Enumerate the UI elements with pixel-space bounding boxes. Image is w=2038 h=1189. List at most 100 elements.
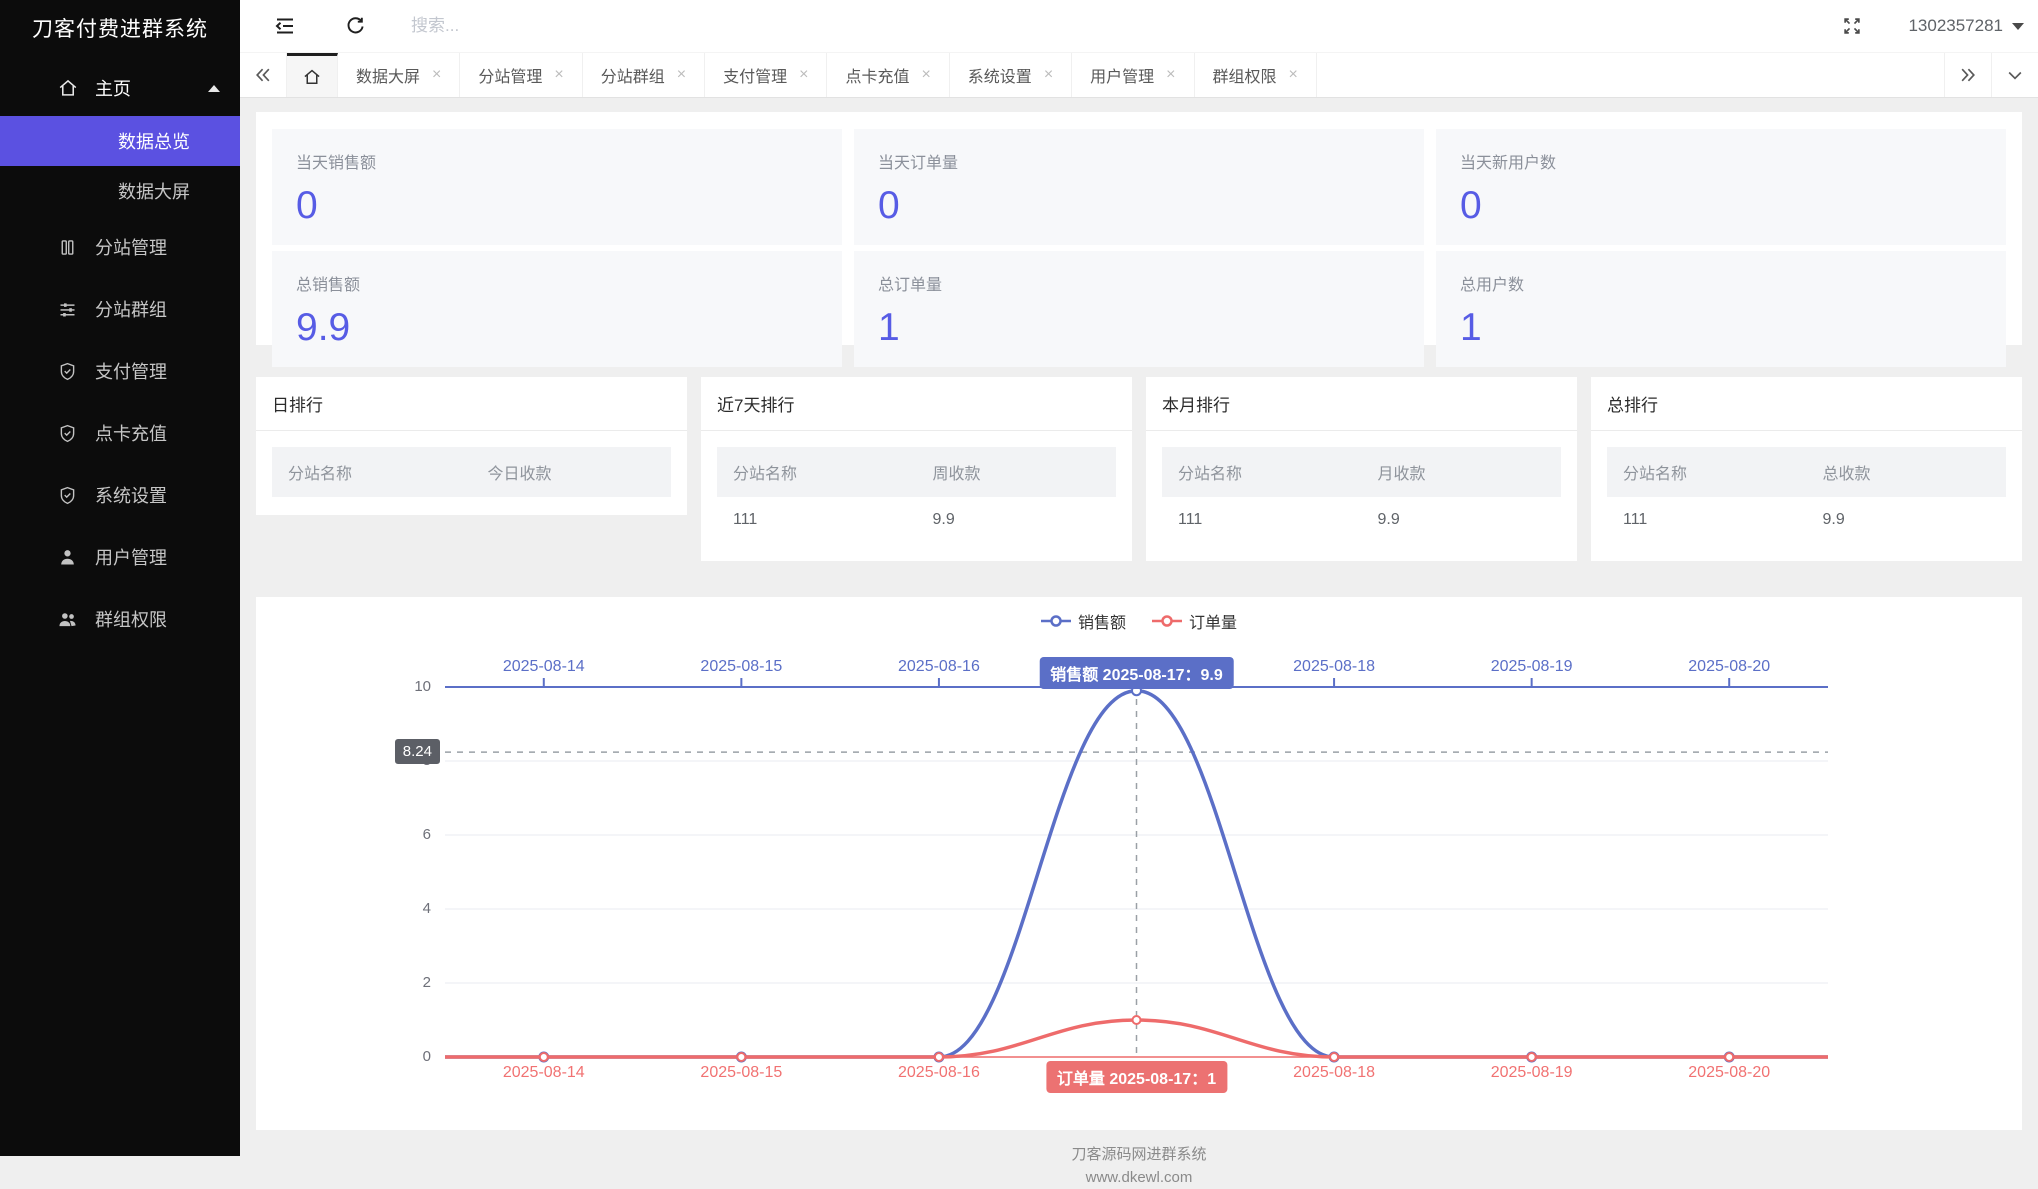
top-header: 1302357281 — [240, 0, 2038, 52]
close-icon[interactable]: × — [554, 67, 563, 83]
close-icon[interactable]: × — [1044, 67, 1053, 83]
tooltip-orders: 订单量 2025-08-17：1 — [1046, 1061, 1227, 1093]
sidebar-item-substation-manage[interactable]: 分站管理 — [0, 216, 240, 278]
close-icon[interactable]: × — [1166, 67, 1175, 83]
tab-card-recharge[interactable]: 点卡充值× — [827, 53, 949, 97]
home-icon — [302, 67, 322, 87]
ranking-header: 分站名称 今日收款 — [272, 447, 671, 497]
sidebar-item-data-screen[interactable]: 数据大屏 — [0, 166, 240, 216]
sidebar: 刀客付费进群系统 主页 数据总览 数据大屏 分站管理 分站群组 支付管理 — [0, 0, 240, 1156]
stats-panel: 当天销售额 0 当天订单量 0 当天新用户数 0 总销售额 9.9 总订单量 1… — [256, 112, 2022, 345]
user-icon — [57, 546, 79, 568]
stat-value: 0 — [296, 186, 818, 225]
tabs-scroll-right[interactable] — [1944, 53, 1991, 97]
tab-substation-group[interactable]: 分站群组× — [583, 53, 705, 97]
shield-check-icon — [57, 360, 79, 382]
sidebar-item-home[interactable]: 主页 — [0, 60, 240, 116]
tab-home[interactable] — [287, 53, 338, 97]
tab-bar: 数据大屏× 分站管理× 分站群组× 支付管理× 点卡充值× 系统设置× 用户管理… — [240, 52, 2038, 98]
x-axis-label-bottom: 2025-08-19 — [1491, 1064, 1573, 1082]
header-right: 1302357281 — [1840, 14, 2038, 38]
y-axis-label: 4 — [256, 900, 431, 917]
tab-substation-manage[interactable]: 分站管理× — [460, 53, 582, 97]
tab-group-permission[interactable]: 群组权限× — [1195, 53, 1317, 97]
sidebar-item-label: 点卡充值 — [95, 420, 167, 446]
sidebar-item-label: 群组权限 — [95, 606, 167, 632]
x-axis-label-bottom: 2025-08-15 — [700, 1064, 782, 1082]
x-axis-label-top: 2025-08-18 — [1293, 658, 1375, 676]
sidebar-item-label: 数据总览 — [118, 128, 190, 154]
ranking-title: 本月排行 — [1146, 377, 1577, 431]
sliders-icon — [57, 298, 79, 320]
close-icon[interactable]: × — [799, 67, 808, 83]
sidebar-item-label: 支付管理 — [95, 358, 167, 384]
sidebar-item-group-permission[interactable]: 群组权限 — [0, 588, 240, 650]
close-icon[interactable]: × — [432, 67, 441, 83]
chevron-up-icon — [208, 85, 220, 92]
refresh-icon[interactable] — [343, 14, 367, 38]
sidebar-item-label: 分站群组 — [95, 296, 167, 322]
tab-payment-manage[interactable]: 支付管理× — [705, 53, 827, 97]
stat-label: 总订单量 — [878, 271, 1400, 295]
footer-line1: 刀客源码网进群系统 — [256, 1143, 2022, 1166]
legend-item-sales[interactable]: 销售额 — [1041, 609, 1126, 633]
tabs-menu-dropdown[interactable] — [1991, 53, 2038, 97]
ranking-card-month: 本月排行 分站名称 月收款 111 9.9 — [1146, 377, 1577, 561]
tabbar-spacer — [1317, 53, 1944, 97]
stat-card-today-sales: 当天销售额 0 — [272, 129, 842, 245]
ranking-card-total: 总排行 分站名称 总收款 111 9.9 — [1591, 377, 2022, 561]
ranking-header: 分站名称 总收款 — [1607, 447, 2006, 497]
x-axis-label-top: 2025-08-15 — [700, 658, 782, 676]
table-row: 111 9.9 — [1162, 497, 1561, 543]
legend-marker-red — [1152, 615, 1182, 627]
close-icon[interactable]: × — [921, 67, 930, 83]
tab-data-screen[interactable]: 数据大屏× — [338, 53, 460, 97]
x-axis-label-top: 2025-08-16 — [898, 658, 980, 676]
collapse-sidebar-icon[interactable] — [273, 14, 297, 38]
user-menu[interactable]: 1302357281 — [1908, 16, 2024, 36]
chart-legend: 销售额 订单量 — [256, 609, 2022, 633]
tab-system-settings[interactable]: 系统设置× — [950, 53, 1072, 97]
tooltip-sales: 销售额 2025-08-17：9.9 — [1039, 657, 1234, 689]
tabs-scroll-left[interactable] — [240, 53, 287, 97]
stat-label: 总销售额 — [296, 271, 818, 295]
close-icon[interactable]: × — [1289, 67, 1298, 83]
close-icon[interactable]: × — [677, 67, 686, 83]
stat-label: 当天订单量 — [878, 149, 1400, 173]
sidebar-item-system-settings[interactable]: 系统设置 — [0, 464, 240, 526]
table-row: 111 9.9 — [717, 497, 1116, 543]
stat-value: 0 — [878, 186, 1400, 225]
stat-label: 当天新用户数 — [1460, 149, 1982, 173]
y-axis-label: 0 — [256, 1048, 431, 1065]
x-axis-label-top: 2025-08-14 — [503, 658, 585, 676]
ranking-header: 分站名称 月收款 — [1162, 447, 1561, 497]
axis-pointer-y-badge: 8.24 — [395, 739, 440, 764]
legend-item-orders[interactable]: 订单量 — [1152, 609, 1237, 633]
stat-label: 当天销售额 — [296, 149, 818, 173]
stat-card-total-sales: 总销售额 9.9 — [272, 251, 842, 367]
shield-check-icon — [57, 422, 79, 444]
sidebar-item-substation-group[interactable]: 分站群组 — [0, 278, 240, 340]
tab-user-manage[interactable]: 用户管理× — [1072, 53, 1194, 97]
ranking-title: 总排行 — [1591, 377, 2022, 431]
stat-card-today-orders: 当天订单量 0 — [854, 129, 1424, 245]
legend-marker-blue — [1041, 615, 1071, 627]
x-axis-label-bottom: 2025-08-18 — [1293, 1064, 1375, 1082]
sidebar-item-user-manage[interactable]: 用户管理 — [0, 526, 240, 588]
stat-value: 9.9 — [296, 308, 818, 347]
sidebar-item-card-recharge[interactable]: 点卡充值 — [0, 402, 240, 464]
page-footer: 刀客源码网进群系统 www.dkewl.com — [256, 1130, 2022, 1189]
sidebar-item-payment-manage[interactable]: 支付管理 — [0, 340, 240, 402]
ranking-row: 日排行 分站名称 今日收款 近7天排行 分站名称 周收款 111 9.9 — [256, 377, 2022, 561]
sidebar-item-label: 主页 — [95, 75, 131, 101]
search-input[interactable] — [409, 15, 773, 37]
app-title: 刀客付费进群系统 — [0, 0, 240, 60]
y-axis-label: 2 — [256, 974, 431, 991]
stat-label: 总用户数 — [1460, 271, 1982, 295]
home-icon — [57, 77, 79, 99]
x-axis-label-bottom: 2025-08-14 — [503, 1064, 585, 1082]
sidebar-item-label: 系统设置 — [95, 482, 167, 508]
x-axis-label-top: 2025-08-20 — [1688, 658, 1770, 676]
sidebar-item-data-overview[interactable]: 数据总览 — [0, 116, 240, 166]
fullscreen-icon[interactable] — [1840, 14, 1864, 38]
